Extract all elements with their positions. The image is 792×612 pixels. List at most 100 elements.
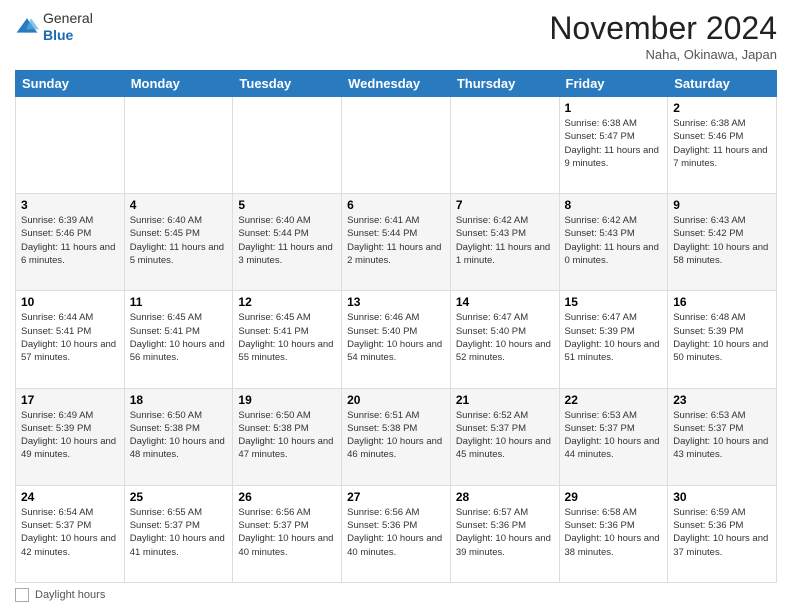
calendar-cell: 30 Sunrise: 6:59 AM Sunset: 5:36 PM Dayli… (668, 485, 777, 582)
day-number: 9 (673, 198, 771, 212)
day-info: Sunrise: 6:44 AM Sunset: 5:41 PM Dayligh… (21, 311, 119, 364)
day-info: Sunrise: 6:50 AM Sunset: 5:38 PM Dayligh… (238, 409, 336, 462)
day-number: 4 (130, 198, 228, 212)
title-section: November 2024 Naha, Okinawa, Japan (549, 10, 777, 62)
month-title: November 2024 (549, 10, 777, 47)
day-info: Sunrise: 6:51 AM Sunset: 5:38 PM Dayligh… (347, 409, 445, 462)
col-header-tuesday: Tuesday (233, 71, 342, 97)
calendar-cell: 6Sunrise: 6:41 AM Sunset: 5:44 PM Daylig… (342, 194, 451, 291)
calendar-cell: 12 Sunrise: 6:45 AM Sunset: 5:41 PM Dayli… (233, 291, 342, 388)
calendar-cell: 22Sunrise: 6:53 AM Sunset: 5:37 PM Dayli… (559, 388, 668, 485)
day-number: 23 (673, 393, 771, 407)
day-info: Sunrise: 6:56 AM Sunset: 5:37 PM Dayligh… (238, 506, 336, 559)
subtitle: Naha, Okinawa, Japan (549, 47, 777, 62)
calendar-cell (342, 97, 451, 194)
week-row-4: 24Sunrise: 6:54 AM Sunset: 5:37 PM Dayli… (16, 485, 777, 582)
day-info: Sunrise: 6:58 AM Sunset: 5:36 PM Dayligh… (565, 506, 663, 559)
day-number: 11 (130, 295, 228, 309)
day-info: Sunrise: 6:38 AM Sunset: 5:46 PM Dayligh… (673, 117, 771, 170)
day-number: 13 (347, 295, 445, 309)
day-info: Sunrise: 6:45 AM Sunset: 5:41 PM Dayligh… (130, 311, 228, 364)
day-info: Sunrise: 6:53 AM Sunset: 5:37 PM Dayligh… (673, 409, 771, 462)
calendar-cell: 26 Sunrise: 6:56 AM Sunset: 5:37 PM Dayli… (233, 485, 342, 582)
logo-text: General Blue (43, 10, 93, 44)
day-info: Sunrise: 6:39 AM Sunset: 5:46 PM Dayligh… (21, 214, 119, 267)
calendar-cell (450, 97, 559, 194)
calendar-cell: 2 Sunrise: 6:38 AM Sunset: 5:46 PM Daylig… (668, 97, 777, 194)
calendar-cell (233, 97, 342, 194)
day-number: 20 (347, 393, 445, 407)
day-number: 8 (565, 198, 663, 212)
legend-box (15, 588, 29, 602)
day-info: Sunrise: 6:40 AM Sunset: 5:45 PM Dayligh… (130, 214, 228, 267)
calendar-cell: 25 Sunrise: 6:55 AM Sunset: 5:37 PM Dayli… (124, 485, 233, 582)
calendar-cell: 1 Sunrise: 6:38 AM Sunset: 5:47 PM Daylig… (559, 97, 668, 194)
calendar-cell: 9 Sunrise: 6:43 AM Sunset: 5:42 PM Daylig… (668, 194, 777, 291)
day-info: Sunrise: 6:38 AM Sunset: 5:47 PM Dayligh… (565, 117, 663, 170)
day-number: 5 (238, 198, 336, 212)
week-row-0: 1 Sunrise: 6:38 AM Sunset: 5:47 PM Daylig… (16, 97, 777, 194)
day-number: 26 (238, 490, 336, 504)
logo: General Blue (15, 10, 93, 44)
day-info: Sunrise: 6:45 AM Sunset: 5:41 PM Dayligh… (238, 311, 336, 364)
day-number: 1 (565, 101, 663, 115)
logo-blue: Blue (43, 27, 93, 44)
day-number: 10 (21, 295, 119, 309)
day-info: Sunrise: 6:42 AM Sunset: 5:43 PM Dayligh… (565, 214, 663, 267)
col-header-friday: Friday (559, 71, 668, 97)
page: General Blue November 2024 Naha, Okinawa… (0, 0, 792, 612)
day-number: 27 (347, 490, 445, 504)
week-row-3: 17Sunrise: 6:49 AM Sunset: 5:39 PM Dayli… (16, 388, 777, 485)
day-number: 3 (21, 198, 119, 212)
day-number: 6 (347, 198, 445, 212)
day-info: Sunrise: 6:59 AM Sunset: 5:36 PM Dayligh… (673, 506, 771, 559)
day-number: 30 (673, 490, 771, 504)
calendar-cell: 14Sunrise: 6:47 AM Sunset: 5:40 PM Dayli… (450, 291, 559, 388)
calendar-cell: 7Sunrise: 6:42 AM Sunset: 5:43 PM Daylig… (450, 194, 559, 291)
day-info: Sunrise: 6:47 AM Sunset: 5:39 PM Dayligh… (565, 311, 663, 364)
calendar-cell: 21Sunrise: 6:52 AM Sunset: 5:37 PM Dayli… (450, 388, 559, 485)
day-info: Sunrise: 6:48 AM Sunset: 5:39 PM Dayligh… (673, 311, 771, 364)
header: General Blue November 2024 Naha, Okinawa… (15, 10, 777, 62)
day-info: Sunrise: 6:42 AM Sunset: 5:43 PM Dayligh… (456, 214, 554, 267)
logo-icon (15, 15, 39, 39)
col-header-monday: Monday (124, 71, 233, 97)
legend: Daylight hours (15, 588, 777, 602)
calendar-cell: 20 Sunrise: 6:51 AM Sunset: 5:38 PM Dayli… (342, 388, 451, 485)
calendar-cell: 28Sunrise: 6:57 AM Sunset: 5:36 PM Dayli… (450, 485, 559, 582)
calendar-cell: 5Sunrise: 6:40 AM Sunset: 5:44 PM Daylig… (233, 194, 342, 291)
day-info: Sunrise: 6:57 AM Sunset: 5:36 PM Dayligh… (456, 506, 554, 559)
day-info: Sunrise: 6:47 AM Sunset: 5:40 PM Dayligh… (456, 311, 554, 364)
calendar-cell: 4 Sunrise: 6:40 AM Sunset: 5:45 PM Daylig… (124, 194, 233, 291)
day-info: Sunrise: 6:56 AM Sunset: 5:36 PM Dayligh… (347, 506, 445, 559)
day-number: 18 (130, 393, 228, 407)
day-info: Sunrise: 6:43 AM Sunset: 5:42 PM Dayligh… (673, 214, 771, 267)
day-info: Sunrise: 6:55 AM Sunset: 5:37 PM Dayligh… (130, 506, 228, 559)
calendar-cell: 8 Sunrise: 6:42 AM Sunset: 5:43 PM Daylig… (559, 194, 668, 291)
calendar-table: SundayMondayTuesdayWednesdayThursdayFrid… (15, 70, 777, 583)
calendar-cell: 10 Sunrise: 6:44 AM Sunset: 5:41 PM Dayli… (16, 291, 125, 388)
calendar-cell: 17Sunrise: 6:49 AM Sunset: 5:39 PM Dayli… (16, 388, 125, 485)
day-info: Sunrise: 6:52 AM Sunset: 5:37 PM Dayligh… (456, 409, 554, 462)
day-number: 29 (565, 490, 663, 504)
day-number: 16 (673, 295, 771, 309)
col-header-sunday: Sunday (16, 71, 125, 97)
legend-label: Daylight hours (35, 589, 105, 601)
calendar-cell (124, 97, 233, 194)
col-header-saturday: Saturday (668, 71, 777, 97)
day-number: 22 (565, 393, 663, 407)
calendar-cell: 23 Sunrise: 6:53 AM Sunset: 5:37 PM Dayli… (668, 388, 777, 485)
calendar-cell: 24Sunrise: 6:54 AM Sunset: 5:37 PM Dayli… (16, 485, 125, 582)
day-info: Sunrise: 6:46 AM Sunset: 5:40 PM Dayligh… (347, 311, 445, 364)
calendar-cell: 13 Sunrise: 6:46 AM Sunset: 5:40 PM Dayli… (342, 291, 451, 388)
col-header-thursday: Thursday (450, 71, 559, 97)
day-number: 25 (130, 490, 228, 504)
calendar-cell: 19 Sunrise: 6:50 AM Sunset: 5:38 PM Dayli… (233, 388, 342, 485)
calendar-cell: 29 Sunrise: 6:58 AM Sunset: 5:36 PM Dayli… (559, 485, 668, 582)
calendar-cell (16, 97, 125, 194)
calendar-cell: 16 Sunrise: 6:48 AM Sunset: 5:39 PM Dayli… (668, 291, 777, 388)
day-number: 19 (238, 393, 336, 407)
day-number: 2 (673, 101, 771, 115)
day-number: 17 (21, 393, 119, 407)
day-number: 12 (238, 295, 336, 309)
